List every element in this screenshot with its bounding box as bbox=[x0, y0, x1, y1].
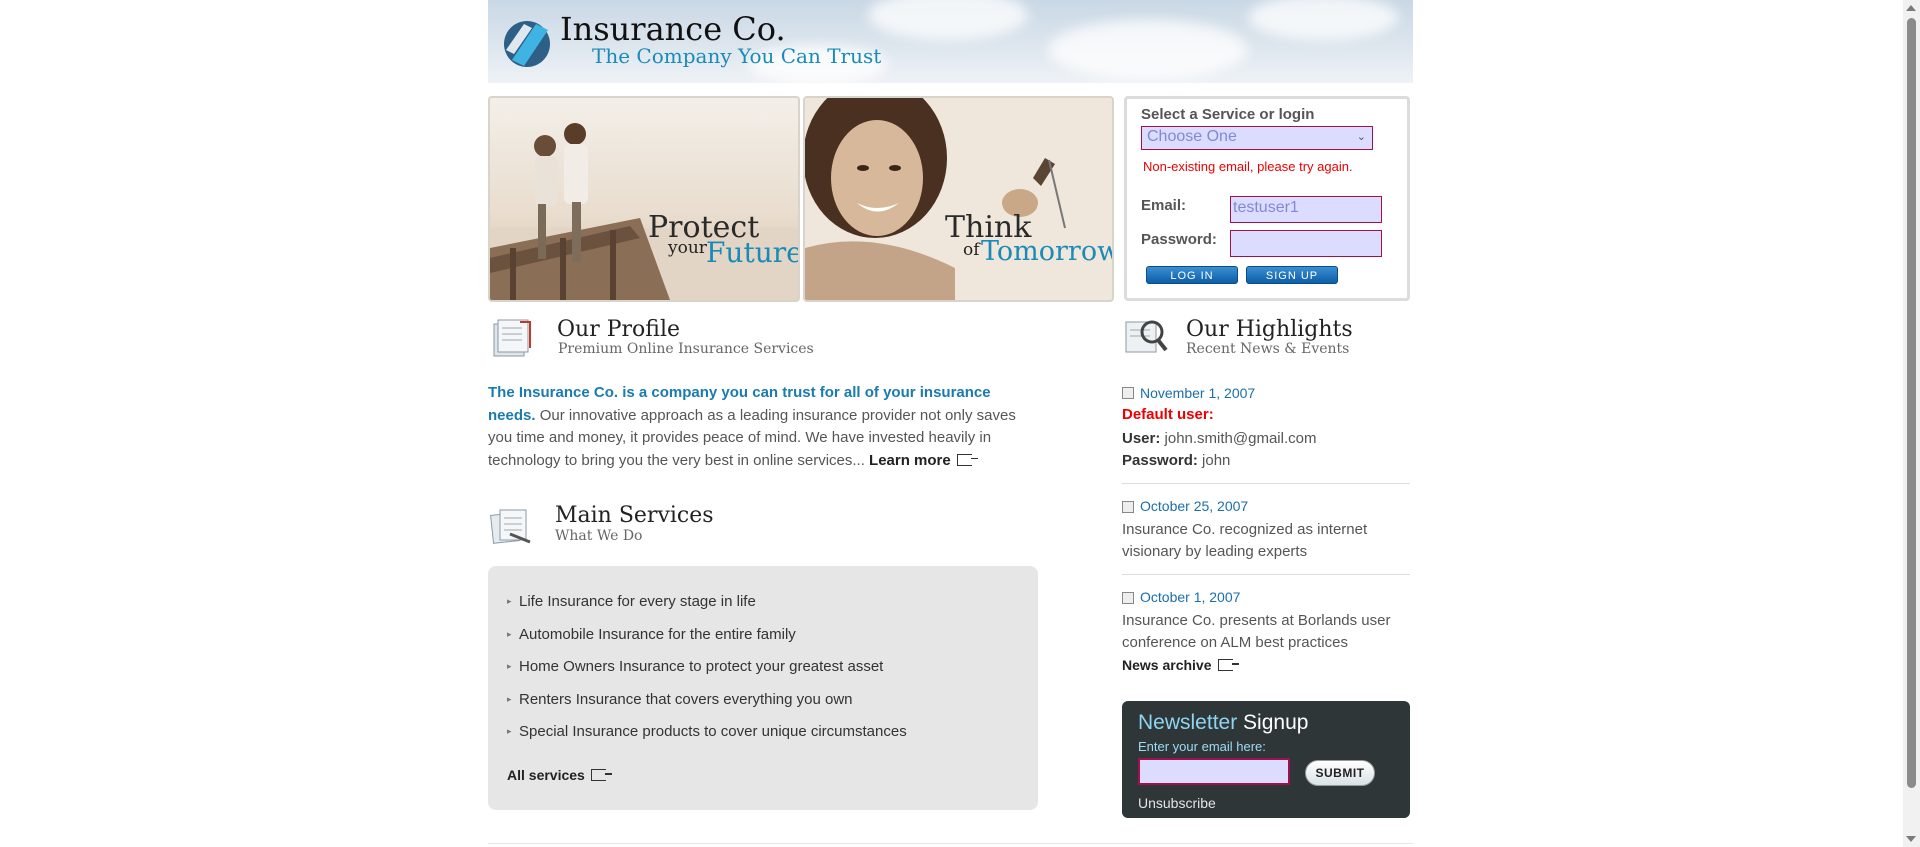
news-date[interactable]: October 25, 2007 bbox=[1140, 498, 1248, 514]
default-user-email: User: john.smith@gmail.com bbox=[1122, 430, 1317, 447]
bullet-icon: ▸ bbox=[507, 694, 512, 704]
email-label: Email: bbox=[1141, 197, 1187, 214]
scroll-down-arrow-icon[interactable] bbox=[1906, 836, 1916, 842]
profile-subtitle: Premium Online Insurance Services bbox=[558, 341, 814, 357]
login-button[interactable]: LOG IN bbox=[1146, 266, 1238, 284]
service-item-home[interactable]: Home Owners Insurance to protect your gr… bbox=[519, 658, 883, 675]
exit-arrow-icon bbox=[956, 453, 978, 466]
newsletter-title: Newsletter Signup bbox=[1138, 711, 1309, 734]
chevron-down-icon: ⌄ bbox=[1356, 131, 1366, 143]
calendar-icon bbox=[1122, 387, 1134, 399]
service-item-life[interactable]: Life Insurance for every stage in life bbox=[519, 593, 756, 610]
banner-protect-small: your bbox=[668, 238, 707, 258]
login-error-message: Non-existing email, please try again. bbox=[1143, 159, 1353, 174]
bullet-icon: ▸ bbox=[507, 629, 512, 639]
vertical-scrollbar[interactable] bbox=[1903, 0, 1920, 847]
brand-name[interactable]: Insurance Co. bbox=[560, 10, 786, 48]
service-item-renters[interactable]: Renters Insurance that covers everything… bbox=[519, 691, 853, 708]
highlights-title: Our Highlights bbox=[1186, 317, 1353, 342]
default-user-password: Password: john bbox=[1122, 452, 1231, 469]
service-select[interactable]: Choose One ⌄ bbox=[1141, 126, 1373, 150]
news-archive-link[interactable]: News archive bbox=[1122, 657, 1239, 673]
login-panel: Select a Service or login Choose One ⌄ N… bbox=[1124, 96, 1410, 301]
book-icon bbox=[493, 319, 531, 357]
divider bbox=[1122, 574, 1410, 575]
news-date[interactable]: October 1, 2007 bbox=[1140, 589, 1240, 605]
bullet-icon: ▸ bbox=[507, 661, 512, 671]
bullet-icon: ▸ bbox=[507, 596, 512, 606]
unsubscribe-link[interactable]: Unsubscribe bbox=[1138, 795, 1216, 811]
service-select-value: Choose One bbox=[1147, 128, 1237, 145]
login-title: Select a Service or login bbox=[1141, 106, 1315, 123]
password-label: Password: bbox=[1141, 231, 1217, 248]
banner-think-small: of bbox=[963, 240, 980, 260]
brand-tagline: The Company You Can Trust bbox=[592, 44, 882, 68]
exit-arrow-icon bbox=[1217, 659, 1239, 671]
newsletter-email-input[interactable] bbox=[1138, 758, 1290, 785]
calendar-icon bbox=[1122, 501, 1134, 513]
newsletter-submit-button[interactable]: SUBMIT bbox=[1305, 760, 1375, 786]
newsletter-label: Enter your email here: bbox=[1138, 739, 1266, 754]
password-field[interactable] bbox=[1230, 230, 1382, 257]
email-field[interactable]: testuser1 bbox=[1230, 196, 1382, 223]
documents-icon bbox=[490, 509, 531, 544]
scrollbar-thumb[interactable] bbox=[1907, 18, 1916, 788]
profile-title: Our Profile bbox=[557, 317, 681, 342]
scroll-up-arrow-icon[interactable] bbox=[1906, 5, 1916, 11]
magnifier-icon bbox=[1125, 320, 1168, 353]
exit-arrow-icon bbox=[590, 769, 612, 781]
profile-description: The Insurance Co. is a company you can t… bbox=[488, 382, 1028, 472]
page: Insurance Co. The Company You Can Trust … bbox=[488, 0, 1413, 847]
banner-protect: Protect your Future bbox=[488, 96, 800, 302]
divider bbox=[1122, 483, 1410, 484]
service-item-auto[interactable]: Automobile Insurance for the entire fami… bbox=[519, 626, 796, 643]
service-item-special[interactable]: Special Insurance products to cover uniq… bbox=[519, 723, 907, 740]
all-services-link[interactable]: All services bbox=[507, 767, 612, 783]
footer-divider bbox=[488, 843, 1413, 844]
services-title: Main Services bbox=[555, 503, 714, 528]
newsletter-panel: Newsletter Signup Enter your email here:… bbox=[1122, 701, 1410, 818]
site-header: Insurance Co. The Company You Can Trust bbox=[488, 0, 1413, 83]
default-user-label: Default user: bbox=[1122, 406, 1214, 423]
learn-more-link[interactable]: Learn more bbox=[869, 452, 978, 469]
smiling-woman-image bbox=[805, 98, 1112, 300]
couple-on-pier-image bbox=[490, 123, 798, 300]
banner-think: Think of Tomorrow bbox=[803, 96, 1114, 302]
highlights-subtitle: Recent News & Events bbox=[1186, 341, 1350, 357]
signup-button[interactable]: SIGN UP bbox=[1246, 266, 1338, 284]
banner-protect-accent: Future bbox=[706, 236, 800, 269]
news-text: Insurance Co. recognized as internet vis… bbox=[1122, 521, 1368, 560]
logo-icon bbox=[504, 21, 550, 67]
news-date[interactable]: November 1, 2007 bbox=[1140, 385, 1255, 401]
calendar-icon bbox=[1122, 592, 1134, 604]
bullet-icon: ▸ bbox=[507, 726, 512, 736]
banner-think-accent: Tomorrow bbox=[981, 236, 1114, 267]
services-subtitle: What We Do bbox=[555, 528, 643, 544]
news-text: Insurance Co. presents at Borlands user … bbox=[1122, 612, 1391, 651]
